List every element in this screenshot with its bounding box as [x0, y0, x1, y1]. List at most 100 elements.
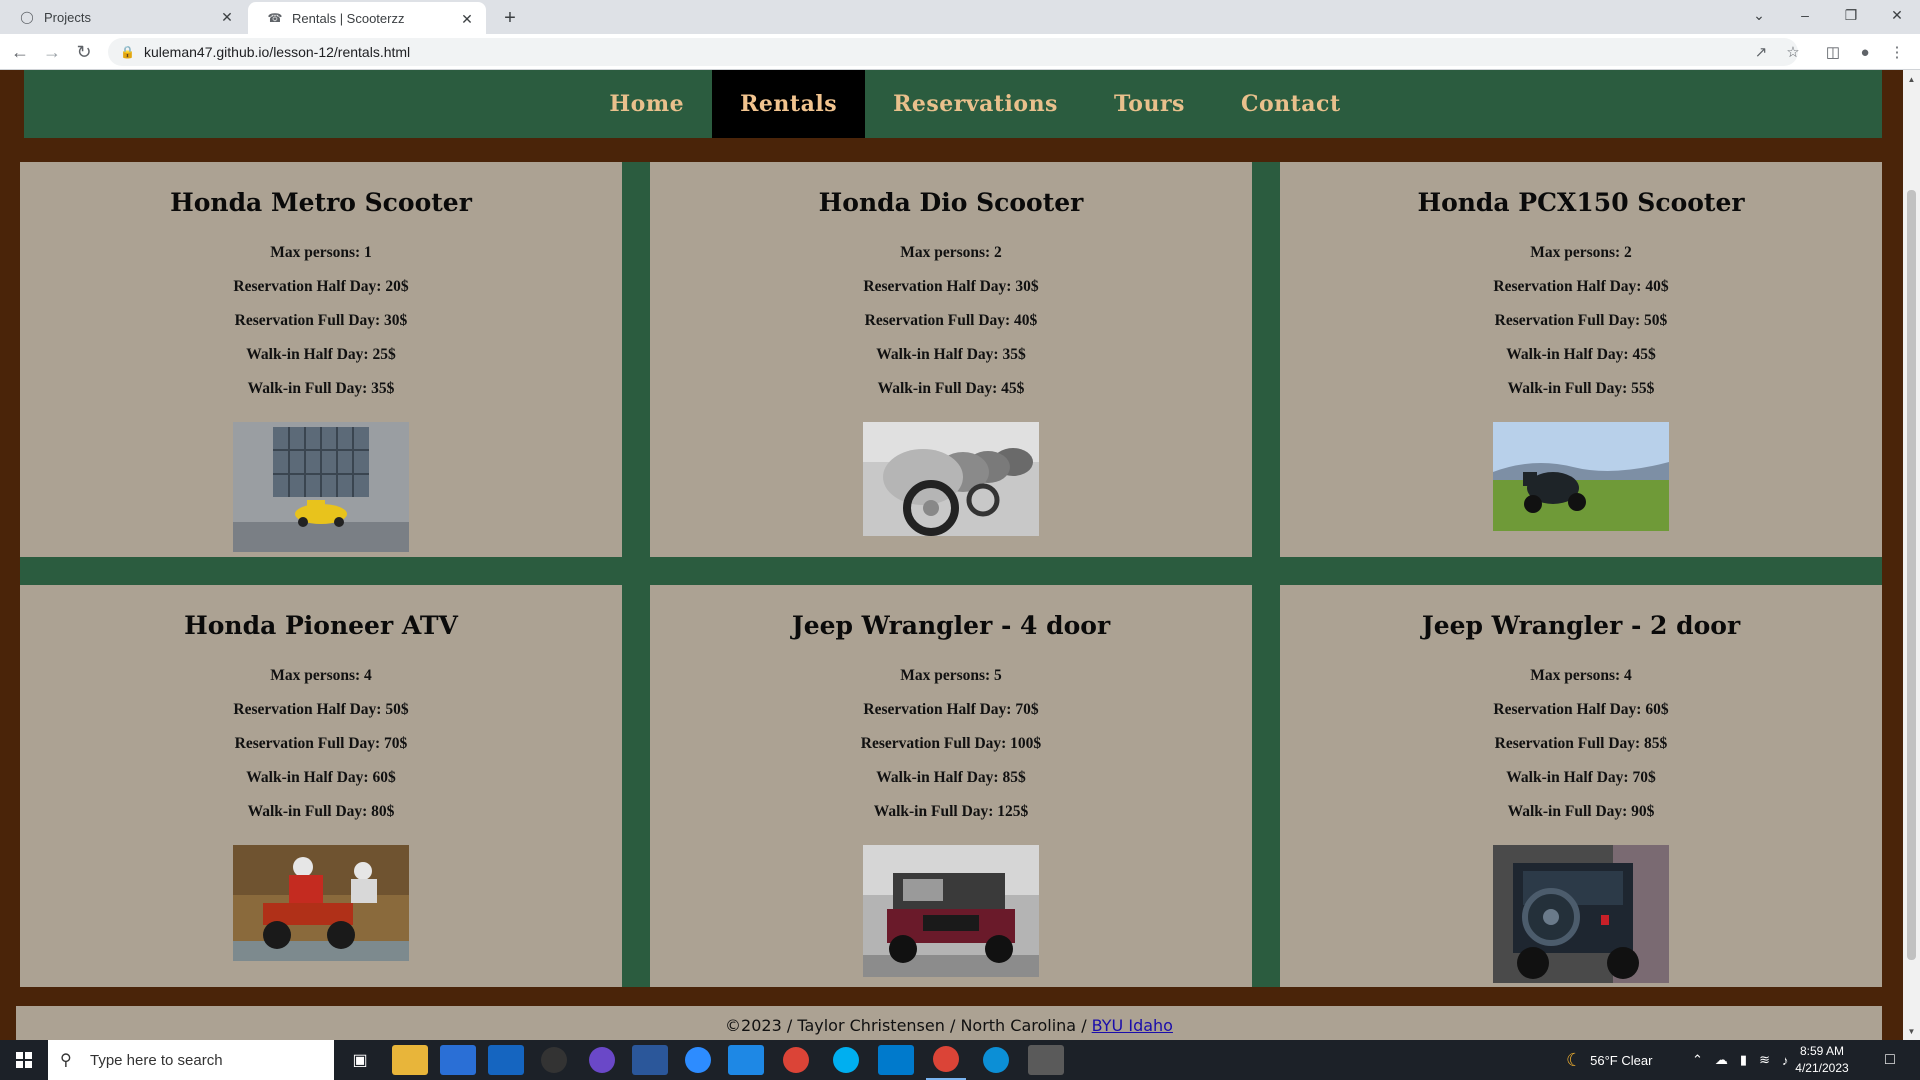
- app-icon[interactable]: [589, 1047, 615, 1073]
- side-panel-icon[interactable]: ◫: [1822, 41, 1844, 63]
- reservation-half-day: Reservation Half Day: 60$: [1493, 701, 1669, 718]
- reservation-half-day: Reservation Half Day: 30$: [863, 278, 1039, 295]
- scroll-down-icon[interactable]: ▼: [1903, 1024, 1920, 1038]
- nav-contact[interactable]: Contact: [1213, 70, 1369, 138]
- nav-reservations[interactable]: Reservations: [865, 70, 1086, 138]
- lock-icon: 🔒: [120, 45, 135, 59]
- walkin-full-day: Walk-in Full Day: 55$: [1507, 380, 1655, 397]
- system-tray: ⌃ ☁ ▮ ≋ ♪: [1692, 1040, 1788, 1080]
- browser-toolbar: ← → ↻ 🔒 kuleman47.github.io/lesson-12/re…: [0, 34, 1920, 70]
- moon-icon: ☾: [1566, 1049, 1583, 1070]
- max-persons: Max persons: 2: [1530, 244, 1632, 261]
- weather-widget[interactable]: ☾ 56°F Clear: [1566, 1040, 1652, 1080]
- scooters-row-photo: [863, 422, 1039, 536]
- rental-card: Jeep Wrangler - 2 door Max persons: 4 Re…: [1280, 585, 1882, 987]
- onedrive-icon[interactable]: ☁: [1715, 1052, 1728, 1068]
- nav-tours[interactable]: Tours: [1086, 70, 1213, 138]
- walkin-half-day: Walk-in Half Day: 70$: [1506, 769, 1656, 786]
- walkin-half-day: Walk-in Half Day: 60$: [246, 769, 396, 786]
- page-scrollbar[interactable]: ▲ ▼: [1903, 70, 1920, 1040]
- close-tab-icon[interactable]: ✕: [218, 8, 236, 26]
- close-tab-icon[interactable]: ✕: [458, 10, 476, 28]
- page-content: Home Rentals Reservations Tours Contact …: [0, 70, 1920, 1040]
- rental-title: Jeep Wrangler - 4 door: [791, 611, 1111, 640]
- bookmark-star-icon[interactable]: ☆: [1782, 41, 1804, 63]
- dell-icon[interactable]: [541, 1047, 567, 1073]
- file-explorer-icon[interactable]: [392, 1045, 428, 1075]
- rental-title: Honda Pioneer ATV: [184, 611, 458, 640]
- minimize-button[interactable]: –: [1782, 0, 1828, 30]
- restore-button[interactable]: ❐: [1828, 0, 1874, 30]
- task-view-icon[interactable]: ▣: [342, 1040, 378, 1080]
- scooter-field-photo: [1493, 422, 1669, 531]
- battery-icon[interactable]: ▮: [1740, 1052, 1747, 1068]
- scrollbar-thumb[interactable]: [1907, 190, 1916, 960]
- windows-taskbar: ⚲ Type here to search ▣ ☾ 56°F Clear ⌃ ☁…: [0, 1040, 1920, 1080]
- forward-icon[interactable]: →: [40, 40, 64, 64]
- github-icon: ◯: [20, 10, 34, 24]
- walkin-half-day: Walk-in Half Day: 85$: [876, 769, 1026, 786]
- byu-idaho-link[interactable]: BYU Idaho: [1092, 1016, 1173, 1035]
- reservation-full-day: Reservation Full Day: 85$: [1494, 735, 1668, 752]
- reservation-full-day: Reservation Full Day: 70$: [234, 735, 408, 752]
- app-icon-2[interactable]: [1028, 1045, 1064, 1075]
- walkin-half-day: Walk-in Half Day: 25$: [246, 346, 396, 363]
- taskbar-clock[interactable]: 8:59 AM 4/21/2023: [1780, 1043, 1864, 1077]
- word-icon[interactable]: [632, 1045, 668, 1075]
- tab-projects[interactable]: ◯ Projects ✕: [0, 0, 246, 34]
- chrome-icon[interactable]: [783, 1047, 809, 1073]
- drawing-app-icon[interactable]: [728, 1045, 764, 1075]
- back-icon[interactable]: ←: [8, 40, 32, 64]
- scroll-up-icon[interactable]: ▲: [1903, 72, 1920, 86]
- weather-text: 56°F Clear: [1590, 1052, 1653, 1068]
- menu-icon[interactable]: ⋮: [1886, 41, 1908, 63]
- address-bar[interactable]: 🔒 kuleman47.github.io/lesson-12/rentals.…: [108, 38, 1798, 66]
- walkin-full-day: Walk-in Full Day: 90$: [1507, 803, 1655, 820]
- wifi-icon[interactable]: ≋: [1759, 1052, 1770, 1068]
- reservation-full-day: Reservation Full Day: 40$: [864, 312, 1038, 329]
- search-icon: ⚲: [60, 1052, 72, 1069]
- nav-home[interactable]: Home: [581, 70, 712, 138]
- rental-card: Honda PCX150 Scooter Max persons: 2 Rese…: [1280, 162, 1882, 557]
- url-text: kuleman47.github.io/lesson-12/rentals.ht…: [144, 44, 411, 60]
- browser-tab-bar: ◯ Projects ✕ ☎ Rentals | Scooterzz ✕ + ⌄…: [0, 0, 1920, 34]
- taskbar-search-box[interactable]: ⚲ Type here to search: [48, 1040, 334, 1080]
- mail-icon[interactable]: [488, 1045, 524, 1075]
- tab-title: Rentals | Scooterzz: [292, 10, 405, 26]
- nav-links: Home Rentals Reservations Tours Contact: [24, 70, 1882, 138]
- zoom-icon[interactable]: [685, 1047, 711, 1073]
- edge-icon[interactable]: [983, 1047, 1009, 1073]
- walkin-full-day: Walk-in Full Day: 45$: [877, 380, 1025, 397]
- nav-rentals[interactable]: Rentals: [712, 70, 866, 138]
- reservation-half-day: Reservation Half Day: 50$: [233, 701, 409, 718]
- walkin-full-day: Walk-in Full Day: 35$: [247, 380, 395, 397]
- rentals-grid: Honda Metro Scooter Max persons: 1 Reser…: [20, 162, 1882, 987]
- new-tab-button[interactable]: +: [498, 6, 522, 30]
- reload-icon[interactable]: ↻: [72, 40, 96, 64]
- atv-photo: [233, 845, 409, 961]
- close-window-button[interactable]: ✕: [1874, 0, 1920, 30]
- rental-card: Jeep Wrangler - 4 door Max persons: 5 Re…: [650, 585, 1252, 987]
- skype-icon[interactable]: [833, 1047, 859, 1073]
- walkin-half-day: Walk-in Half Day: 35$: [876, 346, 1026, 363]
- site-footer: ©2023 / Taylor Christensen / North Carol…: [16, 1006, 1882, 1040]
- reservation-half-day: Reservation Half Day: 20$: [233, 278, 409, 295]
- microsoft-store-icon[interactable]: [440, 1045, 476, 1075]
- windows-start-icon[interactable]: [6, 1040, 42, 1080]
- tab-search-icon[interactable]: ⌄: [1736, 0, 1782, 30]
- share-icon[interactable]: ↗: [1750, 41, 1772, 63]
- notifications-icon[interactable]: □: [1870, 1040, 1910, 1080]
- rental-card: Honda Pioneer ATV Max persons: 4 Reserva…: [20, 585, 622, 987]
- profile-icon[interactable]: ●: [1854, 41, 1876, 63]
- vscode-icon[interactable]: [878, 1045, 914, 1075]
- rental-title: Honda Dio Scooter: [818, 188, 1084, 217]
- reservation-full-day: Reservation Full Day: 50$: [1494, 312, 1668, 329]
- reservation-full-day: Reservation Full Day: 100$: [860, 735, 1042, 752]
- tab-rentals[interactable]: ☎ Rentals | Scooterzz ✕: [248, 2, 486, 34]
- show-hidden-icons[interactable]: ⌃: [1692, 1052, 1703, 1068]
- jeep-2-door-photo: [1493, 845, 1669, 983]
- walkin-full-day: Walk-in Full Day: 125$: [873, 803, 1029, 820]
- chrome-active-icon[interactable]: [933, 1046, 959, 1072]
- jeep-4-door-photo: [863, 845, 1039, 977]
- search-placeholder: Type here to search: [90, 1051, 223, 1069]
